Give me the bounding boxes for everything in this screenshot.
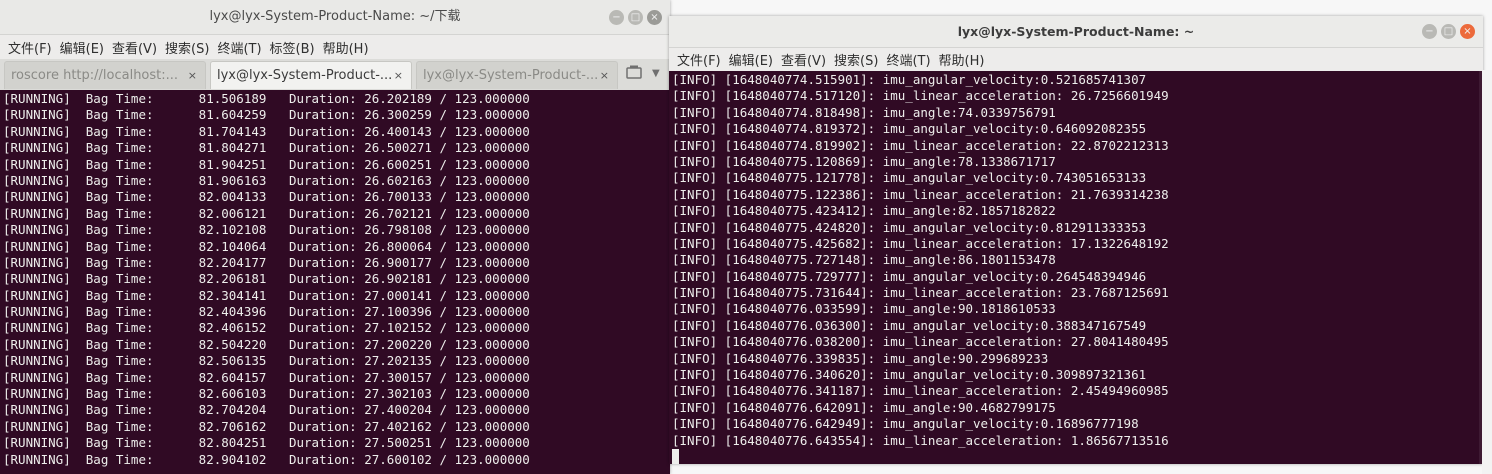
terminal-line: [RUNNING] Bag Time: 82.606103 Duration: …	[3, 386, 530, 402]
terminal-line: [INFO] [1648040776.036300]: imu_angular_…	[672, 317, 1147, 333]
menu-view[interactable]: 查看(V)	[781, 50, 826, 69]
terminal-line: [INFO] [1648040775.423412]: imu_angle:82…	[672, 203, 1056, 219]
tab-label: lyx@lyx-System-Product-...	[423, 68, 599, 83]
menu-file[interactable]: 文件(F)	[8, 38, 52, 57]
tab-bar: roscore http://localhost:... × lyx@lyx-S…	[0, 59, 670, 91]
menu-edit[interactable]: 编辑(E)	[60, 38, 104, 57]
new-tab-icon[interactable]	[626, 65, 642, 83]
menu-tabs[interactable]: 标签(B)	[270, 38, 315, 57]
terminal-line: [INFO] [1648040776.340620]: imu_angular_…	[672, 367, 1147, 383]
terminal-output-left[interactable]: [RUNNING] Bag Time: 81.506189 Duration: …	[0, 90, 670, 474]
desktop-background-edge	[1482, 70, 1492, 474]
terminal-window-left[interactable]: lyx@lyx-System-Product-Name: ~/下载 − □ × …	[0, 0, 670, 474]
terminal-line: [RUNNING] Bag Time: 82.506135 Duration: …	[3, 353, 530, 369]
terminal-prompt-line[interactable]	[672, 448, 1483, 464]
menu-search[interactable]: 搜索(S)	[834, 50, 878, 69]
terminal-line: [RUNNING] Bag Time: 82.704204 Duration: …	[3, 402, 530, 418]
terminal-line: [RUNNING] Bag Time: 82.304141 Duration: …	[3, 287, 530, 303]
terminal-line: [INFO] [1648040775.120869]: imu_angle:78…	[672, 153, 1056, 169]
terminal-line: [INFO] [1648040775.425682]: imu_linear_a…	[672, 235, 1169, 251]
terminal-line: [RUNNING] Bag Time: 82.706162 Duration: …	[3, 418, 530, 434]
tab-roscore[interactable]: roscore http://localhost:... ×	[4, 61, 206, 89]
terminal-line: [RUNNING] Bag Time: 82.406152 Duration: …	[3, 320, 530, 336]
menubar: 文件(F) 编辑(E) 查看(V) 搜索(S) 终端(T) 标签(B) 帮助(H…	[0, 35, 670, 59]
menubar: 文件(F) 编辑(E) 查看(V) 搜索(S) 终端(T) 帮助(H)	[669, 48, 1483, 71]
terminal-output-right[interactable]: [INFO] [1648040774.515901]: imu_angular_…	[669, 71, 1483, 464]
terminal-line: [INFO] [1648040775.122386]: imu_linear_a…	[672, 186, 1169, 202]
terminal-window-right[interactable]: lyx@lyx-System-Product-Name: ~ − □ × 文件(…	[669, 16, 1483, 464]
terminal-line: [RUNNING] Bag Time: 81.804271 Duration: …	[3, 140, 530, 156]
terminal-line: [RUNNING] Bag Time: 82.102108 Duration: …	[3, 222, 530, 238]
terminal-line: [RUNNING] Bag Time: 82.004133 Duration: …	[3, 189, 530, 205]
tab-close-icon[interactable]: ×	[600, 62, 609, 89]
window-titlebar[interactable]: lyx@lyx-System-Product-Name: ~/下载 − □ ×	[0, 0, 670, 35]
chevron-down-icon[interactable]: ▼	[652, 68, 660, 79]
tab-terminal-active[interactable]: lyx@lyx-System-Product-... ×	[210, 61, 412, 89]
close-icon[interactable]: ×	[1460, 24, 1475, 39]
menu-help[interactable]: 帮助(H)	[939, 50, 985, 69]
window-title: lyx@lyx-System-Product-Name: ~	[957, 24, 1195, 39]
terminal-line: [INFO] [1648040774.517120]: imu_linear_a…	[672, 88, 1169, 104]
terminal-line: [RUNNING] Bag Time: 82.904102 Duration: …	[3, 451, 530, 467]
terminal-cursor	[672, 448, 679, 464]
terminal-line: [RUNNING] Bag Time: 81.904251 Duration: …	[3, 156, 530, 172]
window-title: lyx@lyx-System-Product-Name: ~/下载	[209, 9, 461, 24]
terminal-line: [INFO] [1648040775.121778]: imu_angular_…	[672, 170, 1147, 186]
tab-close-icon[interactable]: ×	[394, 62, 403, 89]
terminal-line: [RUNNING] Bag Time: 82.504220 Duration: …	[3, 336, 530, 352]
maximize-icon[interactable]: □	[628, 9, 643, 25]
terminal-line: [RUNNING] Bag Time: 82.204177 Duration: …	[3, 254, 530, 270]
terminal-line: [RUNNING] Bag Time: 81.906163 Duration: …	[3, 172, 530, 188]
terminal-line: [RUNNING] Bag Time: 82.404396 Duration: …	[3, 304, 530, 320]
tab-label: lyx@lyx-System-Product-...	[217, 68, 393, 83]
terminal-line: [INFO] [1648040776.642091]: imu_angle:90…	[672, 399, 1056, 415]
terminal-line: [INFO] [1648040776.642949]: imu_angular_…	[672, 416, 1139, 432]
minimize-icon[interactable]: −	[609, 9, 624, 25]
close-icon[interactable]: ×	[647, 9, 662, 25]
terminal-line: [RUNNING] Bag Time: 81.704143 Duration: …	[3, 123, 530, 139]
menu-search[interactable]: 搜索(S)	[165, 38, 209, 57]
window-titlebar[interactable]: lyx@lyx-System-Product-Name: ~ − □ ×	[669, 16, 1483, 48]
menu-terminal[interactable]: 终端(T)	[886, 50, 930, 69]
terminal-line: [RUNNING] Bag Time: 81.506189 Duration: …	[3, 91, 530, 106]
minimize-icon[interactable]: −	[1422, 24, 1437, 39]
terminal-line: [INFO] [1648040775.731644]: imu_linear_a…	[672, 285, 1169, 301]
terminal-line: [INFO] [1648040774.515901]: imu_angular_…	[672, 72, 1147, 87]
tab-close-icon[interactable]: ×	[188, 62, 197, 89]
terminal-line: [RUNNING] Bag Time: 82.604157 Duration: …	[3, 369, 530, 385]
terminal-line: [RUNNING] Bag Time: 82.804251 Duration: …	[3, 435, 530, 451]
terminal-line: [RUNNING] Bag Time: 82.206181 Duration: …	[3, 271, 530, 287]
menu-view[interactable]: 查看(V)	[112, 38, 157, 57]
tab-label: roscore http://localhost:...	[11, 68, 179, 83]
terminal-line: [INFO] [1648040776.341187]: imu_linear_a…	[672, 383, 1169, 399]
terminal-line: [RUNNING] Bag Time: 81.604259 Duration: …	[3, 107, 530, 123]
menu-terminal[interactable]: 终端(T)	[217, 38, 261, 57]
menu-file[interactable]: 文件(F)	[677, 50, 721, 69]
terminal-line: [INFO] [1648040775.727148]: imu_angle:86…	[672, 252, 1056, 268]
terminal-line: [INFO] [1648040775.729777]: imu_angular_…	[672, 268, 1147, 284]
terminal-line: [INFO] [1648040776.643554]: imu_linear_a…	[672, 432, 1169, 448]
terminal-line: [INFO] [1648040774.818498]: imu_angle:74…	[672, 104, 1056, 120]
terminal-line: [INFO] [1648040776.339835]: imu_angle:90…	[672, 350, 1049, 366]
menu-edit[interactable]: 编辑(E)	[729, 50, 773, 69]
terminal-line: [INFO] [1648040775.424820]: imu_angular_…	[672, 219, 1147, 235]
menu-help[interactable]: 帮助(H)	[323, 38, 369, 57]
terminal-line: [RUNNING] Bag Time: 82.104064 Duration: …	[3, 238, 530, 254]
terminal-line: [INFO] [1648040776.033599]: imu_angle:90…	[672, 301, 1056, 317]
terminal-line: [INFO] [1648040776.038200]: imu_linear_a…	[672, 334, 1169, 350]
terminal-line: [INFO] [1648040774.819372]: imu_angular_…	[672, 121, 1147, 137]
terminal-line: [INFO] [1648040774.819902]: imu_linear_a…	[672, 137, 1169, 153]
maximize-icon[interactable]: □	[1441, 24, 1456, 39]
tab-terminal-3[interactable]: lyx@lyx-System-Product-... ×	[416, 61, 618, 89]
terminal-line: [RUNNING] Bag Time: 82.006121 Duration: …	[3, 205, 530, 221]
